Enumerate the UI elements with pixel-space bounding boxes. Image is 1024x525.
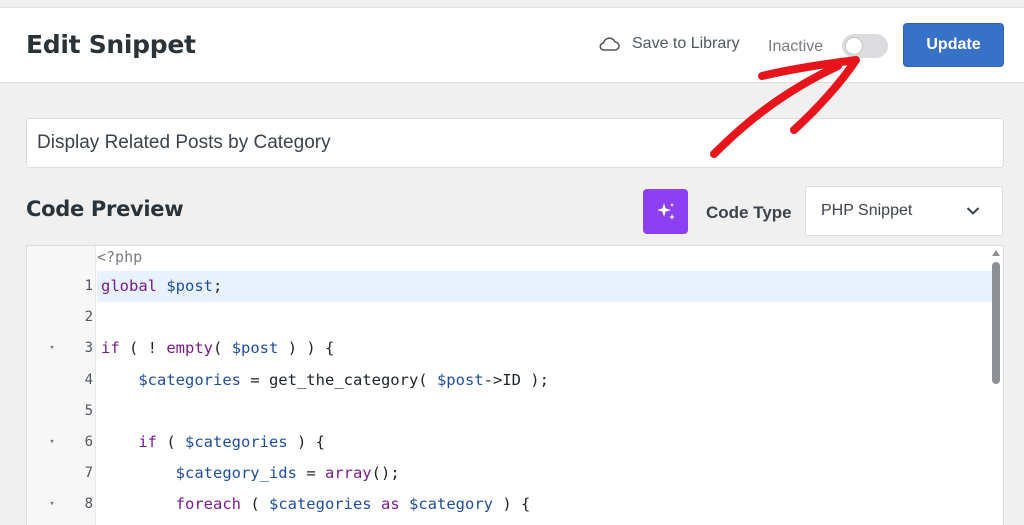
line-number: 8	[84, 496, 93, 513]
code-token: ;	[213, 277, 223, 295]
toggle-knob	[845, 37, 863, 55]
code-token: ();	[371, 464, 400, 483]
active-toggle[interactable]	[842, 34, 888, 58]
code-token: $categories	[268, 495, 372, 514]
code-line[interactable]: ▾ 8 foreach ( $categories as $category ) …	[27, 489, 993, 520]
scroll-up-arrow[interactable]	[992, 250, 1000, 256]
code-token: $post	[436, 370, 484, 389]
cloud-icon	[599, 37, 620, 51]
line-number: 6	[84, 434, 93, 450]
code-token: foreach	[175, 495, 241, 514]
code-type-select[interactable]: PHP Snippet	[805, 186, 1003, 236]
code-type-label: Code Type	[706, 203, 792, 222]
code-token: as	[380, 495, 400, 514]
code-line[interactable]: 7 $category_ids = array();	[27, 458, 993, 489]
code-line[interactable]: 4 $categories = get_the_category( $post-…	[27, 365, 993, 396]
code-token: =	[296, 464, 325, 483]
chevron-down-icon	[966, 207, 980, 215]
code-token: ->ID );	[483, 370, 549, 389]
code-token: $categories	[185, 433, 288, 451]
line-number: 2	[84, 309, 93, 326]
code-text: $category_ids = array();	[97, 458, 993, 489]
code-token: (	[157, 433, 185, 451]
status-label: Inactive	[768, 38, 824, 55]
line-number: 7	[84, 465, 93, 482]
code-token: (	[240, 495, 269, 514]
update-button[interactable]: Update	[903, 23, 1004, 67]
code-token: $post	[231, 339, 279, 358]
code-token: empty	[166, 339, 214, 358]
code-token: $category	[409, 495, 493, 514]
fold-toggle-icon[interactable]: ▾	[47, 333, 57, 364]
code-type-value: PHP Snippet	[821, 202, 913, 219]
code-text: foreach ( $categories as $category ) {	[97, 489, 993, 520]
save-to-library-label: Save to Library	[632, 35, 740, 52]
code-token: array	[324, 464, 372, 483]
code-token: $categories	[138, 370, 241, 389]
line-number: 1	[84, 278, 93, 294]
sparkle-icon	[656, 202, 675, 220]
ai-generate-button[interactable]	[643, 189, 688, 234]
code-token: if	[101, 339, 120, 358]
fold-toggle-icon[interactable]: ▾	[47, 489, 57, 520]
code-token: (	[213, 339, 232, 358]
fold-toggle-icon[interactable]: ▾	[47, 427, 57, 458]
editor-scrollbar[interactable]	[992, 262, 1000, 384]
line-number: 4	[84, 371, 93, 388]
top-strip	[0, 0, 1024, 8]
snippet-title-input[interactable]	[26, 118, 1004, 168]
code-text: global $post;	[97, 271, 993, 302]
code-line[interactable]: ▾ 6 if ( $categories ) {	[27, 427, 993, 458]
code-token: = get_the_category(	[240, 370, 437, 389]
code-line[interactable]: ▾ 3 if ( ! empty( $post ) ) {	[27, 333, 993, 364]
code-line[interactable]: 2	[27, 302, 993, 333]
code-token: ) {	[493, 495, 531, 514]
code-text: if ( $categories ) {	[97, 427, 993, 458]
code-text: $categories = get_the_category( $post->I…	[97, 365, 993, 396]
code-editor[interactable]: <?php 1 global $post; 2 ▾ 3 if ( ! empty( $po…	[26, 245, 1004, 525]
code-token: $category_ids	[175, 464, 297, 483]
code-token: $post	[166, 277, 214, 295]
line-number: 3	[84, 340, 93, 357]
code-line[interactable]: 1 global $post;	[27, 271, 993, 302]
code-line[interactable]: 5	[27, 396, 993, 427]
php-open-tag: <?php	[97, 248, 143, 266]
page-title: Edit Snippet	[26, 30, 196, 59]
line-number: 5	[84, 402, 93, 419]
page-header: Edit Snippet Save to Library Inactive Up…	[0, 8, 1024, 83]
code-token: ) {	[287, 433, 325, 451]
code-token: ) ) {	[278, 339, 335, 358]
code-text: if ( ! empty( $post ) ) {	[97, 333, 993, 364]
code-token: global	[101, 277, 157, 295]
code-token: ( !	[119, 339, 167, 358]
save-to-library-button[interactable]: Save to Library	[598, 35, 740, 53]
code-token: if	[138, 433, 157, 451]
code-preview-title: Code Preview	[26, 197, 184, 221]
